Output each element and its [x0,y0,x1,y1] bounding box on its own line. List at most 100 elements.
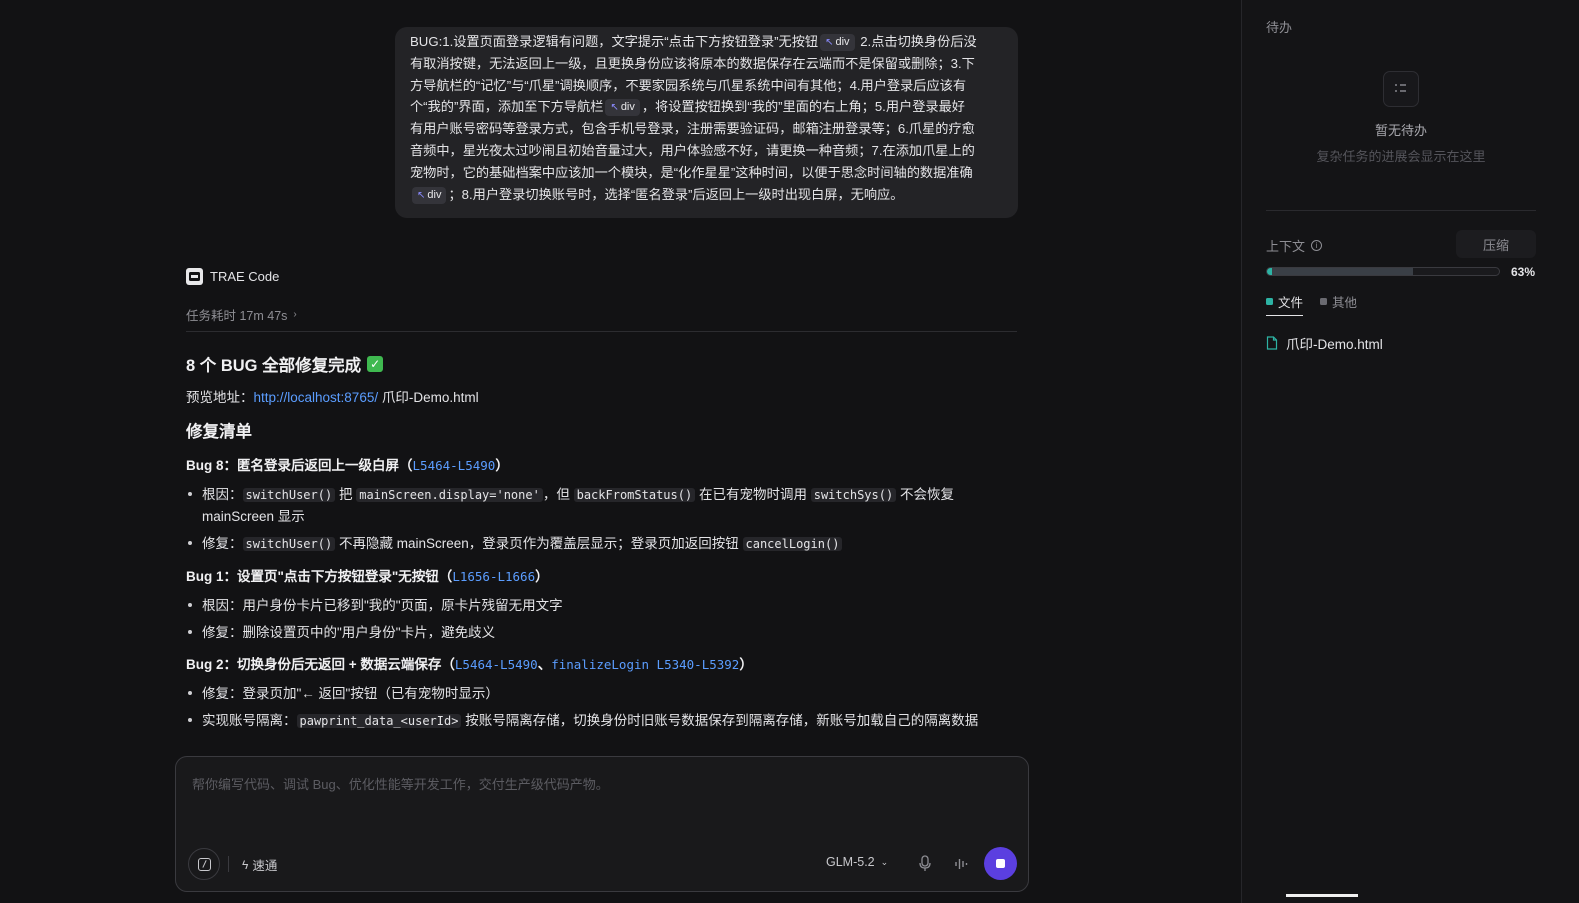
preview-file: 爪印-Demo.html [378,390,479,405]
file-item[interactable]: 爪印-Demo.html [1266,333,1383,353]
detail-text: 在已有宠物时调用 [695,487,811,502]
detail-text: 不会恢复 [896,487,954,502]
cursor-pointer-icon: ↖ [417,189,426,201]
trae-logo-icon [186,268,203,285]
user-message-text: ；8.用户登录切换账号时，选择“匿名登录”后返回上一级时出现白屏，无响应。 [448,186,904,202]
inline-code: backFromStatus() [573,488,696,502]
user-message-text: 有取消按键，无法返回上一级，且更换身份应该将原本的数据保存在云端而不是保留或删除… [410,55,975,71]
user-message-line: 宠物时，它的基础档案中应该加一个模块，是“化作星星”这种时间，以便于思念时间轴的… [410,162,1004,184]
speed-mode-label: 速通 [252,859,278,873]
microphone-icon[interactable] [918,855,932,873]
detail-text: 不再隐藏 mainScreen，登录页作为覆盖层显示；登录页加返回按钮 [335,536,743,551]
divider [228,856,229,872]
cursor-pointer-icon: ↖ [825,37,834,48]
model-name: GLM-5.2 [826,855,875,869]
user-message-text: 2.点击切换身份后没 [856,34,977,49]
code-line-reference[interactable]: L5464-L5490 [455,657,538,672]
user-message-text: 个“我的”界面，添加至下方导航栏 [410,99,604,115]
reference-separator: 、 [537,657,552,672]
code-line-reference[interactable]: L1656-L1666 [452,569,535,584]
divider [186,331,1017,332]
user-message-line: 有用户账号密码等登录方式，包含手机号登录，注册需要验证码，邮箱注册登录等；6.爪… [410,118,1004,140]
check-mark-icon: ✓ [367,356,384,372]
user-message-line: 有取消按键，无法返回上一级，且更换身份应该将原本的数据保存在云端而不是保留或删除… [410,53,1004,75]
agent-name: TRAE Code [210,269,280,284]
inline-code: cancelLogin() [742,537,843,551]
inline-code: switchUser() [242,537,336,551]
user-message-line: BUG:1.设置页面登录逻辑有问题，文字提示“点击下方按钮登录”无按钮 ↖ div … [410,31,1004,53]
other-dot-icon [1320,298,1327,305]
context-label: 上下文 i [1266,236,1323,255]
user-message-line: 个“我的”界面，添加至下方导航栏 ↖ div ，将设置按钮换到“我的”里面的右上角；5… [410,96,1004,118]
todo-list-icon [1383,71,1419,107]
user-message-line: 方导航栏的“记忆”与“爪星”调换顺序，不要家园系统与爪星系统中间有其他；4.用户… [410,75,1004,97]
bug-heading-close: ） [495,458,509,473]
user-message-line: ↖ div ；8.用户登录切换账号时，选择“匿名登录”后返回上一级时出现白屏，无响应… [410,184,1004,206]
preview-line: 预览地址：http://localhost:8765/ 爪印-Demo.html [186,386,1026,406]
user-message-text: 方导航栏的“记忆”与“爪星”调换顺序，不要家园系统与爪星系统中间有其他；4.用户… [410,77,967,93]
detail-text: 修复：登录页加"← 返回"按钮（已有宠物时显示） [202,686,499,701]
element-reference-chip[interactable]: ↖ div [605,99,640,117]
chip-label: div [835,36,850,48]
command-button[interactable] [188,848,220,880]
bug-heading-text: Bug 8：匿名登录后返回上一级白屏（ [186,458,413,473]
compress-button[interactable]: 压缩 [1456,230,1536,258]
divider [1266,210,1536,211]
slash-command-icon [197,857,211,871]
user-message-text: ，将设置按钮换到“我的”里面的右上角；5.用户登录最好 [641,99,965,115]
file-name: 爪印-Demo.html [1286,337,1383,352]
bug-heading-close: ） [739,657,753,672]
response-title-text: 8 个 BUG 全部修复完成 [186,357,362,375]
info-icon[interactable]: i [1311,240,1323,251]
inline-code: mainScreen.display='none' [356,488,543,502]
bug-detail-item: 修复： switchUser() 不再隐藏 mainScreen，登录页作为覆盖层… [186,533,1026,555]
preview-label: 预览地址： [186,390,254,405]
agent-response: 8 个 BUG 全部修复完成 ✓ 预览地址：http://localhost:8… [186,352,1026,732]
todo-hint-text: 复杂任务的进展会显示在这里 [1316,149,1486,164]
bug-detail-item: 根因： switchUser() 把 mainScreen.display='no… [186,484,1026,527]
voice-wave-icon[interactable] [954,856,970,872]
response-title: 8 个 BUG 全部修复完成 ✓ [186,352,1026,376]
element-reference-chip[interactable]: ↖ div [412,186,447,204]
detail-text: 根因： [202,487,243,502]
preview-link[interactable]: http://localhost:8765/ [254,390,379,405]
stop-button[interactable] [984,847,1017,880]
user-message-bubble: BUG:1.设置页面登录逻辑有问题，文字提示“点击下方按钮登录”无按钮 ↖ div … [395,27,1018,218]
chat-input-placeholder[interactable]: 帮你编写代码、调试 Bug、优化性能等开发工作，交付生产级代码产物。 [192,774,609,793]
bug-heading: Bug 2：切换身份后无返回 + 数据云端保存（L5464-L5490、fina… [186,653,1026,673]
tab-other[interactable]: 其他 [1320,292,1357,311]
user-message-text: 宠物时，它的基础档案中应该加一个模块，是“化作星星”这种时间，以便于思念时间轴的… [410,164,973,180]
chip-label: div [620,101,635,114]
speed-mode-button[interactable]: ϟ 速通 [242,855,277,874]
model-select[interactable]: GLM-5.2 ⌄ [826,855,888,869]
bug-heading-close: ） [535,569,549,584]
detail-text: 把 [335,487,357,502]
context-label-text: 上下文 [1266,239,1306,254]
tab-files[interactable]: 文件 [1266,292,1304,316]
files-dot-icon [1266,298,1273,305]
detail-text: 实现账号隔离： [202,713,297,728]
user-message-text: 音频中，星光夜太过吵闹且初始音量过大，用户体验感不好，请更换一种音频；7.在添加… [410,142,975,158]
lightning-icon: ϟ [242,857,249,872]
element-reference-chip[interactable]: ↖ div [820,34,855,51]
detail-text: ，但 [542,487,574,502]
detail-text: 修复：删除设置页中的"用户身份"卡片，避免歧义 [202,625,496,640]
user-message-text: 有用户账号密码等登录方式，包含手机号登录，注册需要验证码，邮箱注册登录等；6.爪… [410,121,975,137]
chevron-right-icon: › [293,309,297,320]
code-line-reference[interactable]: L5464-L5490 [413,458,496,473]
stop-icon [996,859,1005,868]
context-progress-fill [1267,268,1414,275]
chat-input-box[interactable]: 帮你编写代码、调试 Bug、优化性能等开发工作，交付生产级代码产物。 ϟ 速通 … [175,756,1029,892]
todo-empty-text: 暂无待办 [1374,123,1427,138]
inline-code: switchSys() [810,488,897,502]
bug-heading: Bug 1：设置页"点击下方按钮登录"无按钮（L1656-L1666） [186,565,1026,585]
task-time-toggle[interactable]: 任务耗时 17m 47s › [186,305,297,324]
code-line-reference[interactable]: finalizeLogin L5340-L5392 [551,657,739,672]
right-panel: 待办 暂无待办 复杂任务的进展会显示在这里 上下文 i 压缩 63% 文件 其他… [1242,0,1579,903]
file-icon [1266,336,1278,350]
chat-area: BUG:1.设置页面登录逻辑有问题，文字提示“点击下方按钮登录”无按钮 ↖ div … [0,0,1241,903]
bug-detail-item: 修复：删除设置页中的"用户身份"卡片，避免歧义 [186,622,1026,643]
task-time-label: 任务耗时 17m 47s [186,309,288,323]
detail-text: 按账号隔离存储，切换身份时旧账号数据保存到隔离存储，新账号加载自己的隔离数据 [461,713,979,728]
todo-label: 待办 [1266,20,1293,35]
